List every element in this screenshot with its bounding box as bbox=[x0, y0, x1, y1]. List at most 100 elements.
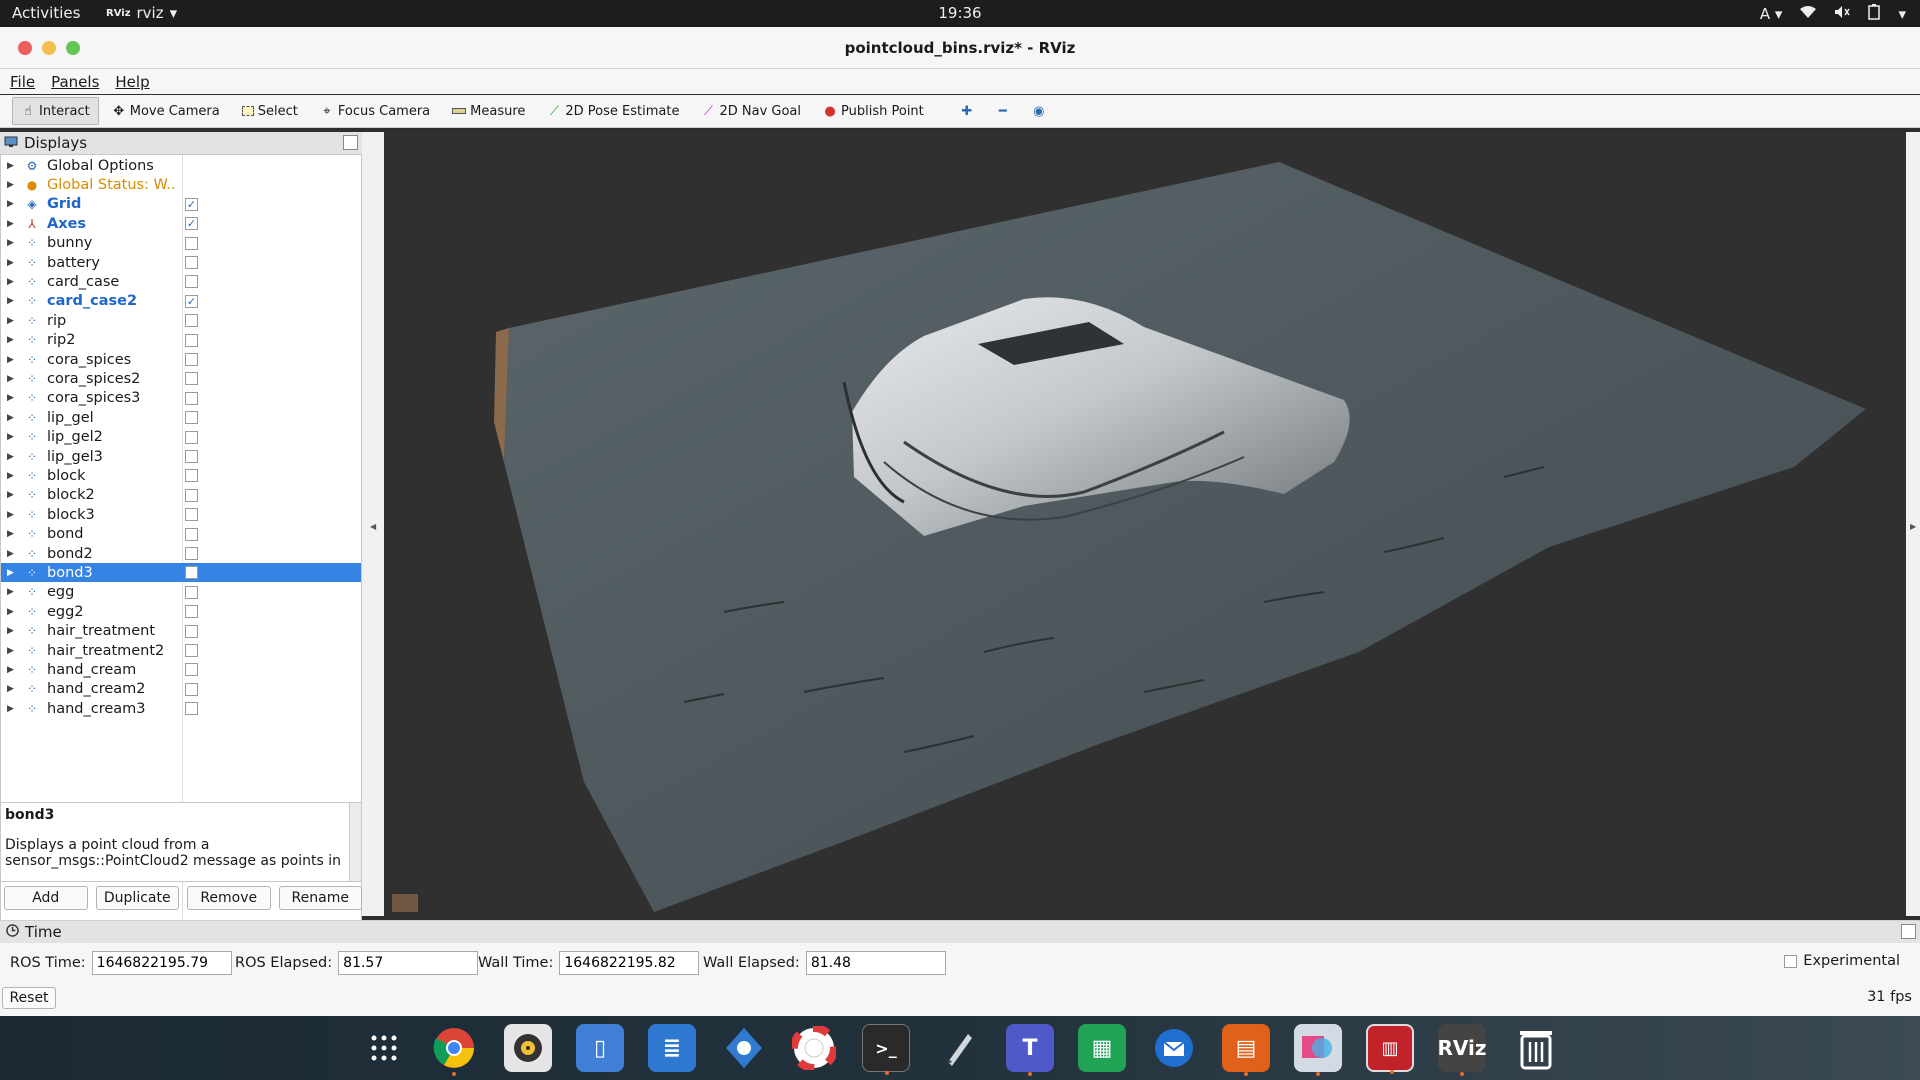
expand-arrow-icon[interactable]: ▶ bbox=[7, 646, 17, 656]
display-enabled-checkbox[interactable] bbox=[185, 644, 198, 657]
add-tool-button[interactable]: ✚ bbox=[951, 97, 983, 125]
display-item-global-status-w[interactable]: ▶ ● Global Status: W... bbox=[1, 175, 361, 194]
display-item-axes[interactable]: ▶ ⅄ Axes ✓ bbox=[1, 214, 361, 233]
rhythmbox-icon[interactable] bbox=[504, 1024, 552, 1072]
expand-arrow-icon[interactable]: ▶ bbox=[7, 684, 17, 694]
duplicate-display-button[interactable]: Duplicate bbox=[95, 886, 179, 910]
expand-arrow-icon[interactable]: ▶ bbox=[7, 335, 17, 345]
display-enabled-checkbox[interactable] bbox=[185, 314, 198, 328]
display-enabled-checkbox[interactable] bbox=[185, 411, 198, 425]
display-enabled-checkbox[interactable] bbox=[185, 682, 198, 696]
display-enabled-checkbox[interactable] bbox=[185, 527, 198, 541]
expand-arrow-icon[interactable]: ▶ bbox=[7, 549, 17, 559]
undock-panel-button[interactable] bbox=[343, 135, 358, 150]
display-item-hair-treatment[interactable]: ▶ ⁘ hair_treatment bbox=[1, 622, 361, 641]
expand-arrow-icon[interactable]: ▶ bbox=[7, 296, 17, 306]
display-item-hand-cream2[interactable]: ▶ ⁘ hand_cream2 bbox=[1, 680, 361, 699]
expand-arrow-icon[interactable]: ▶ bbox=[7, 180, 17, 190]
right-splitter[interactable]: ▶ bbox=[1906, 132, 1920, 916]
image-viewer-icon[interactable] bbox=[1294, 1024, 1342, 1076]
show-apps-icon[interactable] bbox=[360, 1024, 408, 1072]
display-enabled-checkbox[interactable] bbox=[185, 450, 198, 463]
display-item-block2[interactable]: ▶ ⁘ block2 bbox=[1, 486, 361, 505]
expand-arrow-icon[interactable]: ▶ bbox=[7, 626, 17, 636]
display-enabled-checkbox[interactable] bbox=[185, 624, 198, 638]
display-item-egg[interactable]: ▶ ⁘ egg bbox=[1, 583, 361, 602]
teams-icon[interactable]: T bbox=[1006, 1024, 1054, 1076]
expand-arrow-icon[interactable]: ▶ bbox=[7, 219, 17, 229]
display-item-lip-gel2[interactable]: ▶ ⁘ lip_gel2 bbox=[1, 428, 361, 447]
maximize-window-button[interactable] bbox=[66, 41, 80, 55]
display-enabled-checkbox[interactable] bbox=[185, 469, 198, 483]
expand-arrow-icon[interactable]: ▶ bbox=[7, 277, 17, 287]
description-scrollbar[interactable] bbox=[349, 803, 361, 881]
close-window-button[interactable] bbox=[18, 41, 32, 55]
system-tray[interactable]: A ▾ ▾ bbox=[1760, 4, 1906, 24]
expand-arrow-icon[interactable]: ▶ bbox=[7, 238, 17, 248]
expand-arrow-icon[interactable]: ▶ bbox=[7, 665, 17, 675]
help-icon[interactable] bbox=[790, 1024, 838, 1072]
ros-elapsed-input[interactable] bbox=[338, 951, 479, 975]
display-enabled-checkbox[interactable] bbox=[185, 256, 198, 269]
expand-arrow-icon[interactable]: ▶ bbox=[7, 432, 17, 442]
display-enabled-checkbox[interactable] bbox=[185, 566, 198, 580]
display-item-hand-cream3[interactable]: ▶ ⁘ hand_cream3 bbox=[1, 699, 361, 718]
undock-time-panel-button[interactable] bbox=[1901, 924, 1916, 939]
measure-tool-button[interactable]: Measure bbox=[443, 97, 534, 125]
display-enabled-checkbox[interactable]: ✓ bbox=[185, 197, 198, 211]
display-item-grid[interactable]: ▶ ◈ Grid ✓ bbox=[1, 195, 361, 214]
display-item-cora-spices2[interactable]: ▶ ⁘ cora_spices2 bbox=[1, 369, 361, 388]
tool-properties-button[interactable]: ◉ bbox=[1023, 97, 1055, 125]
display-item-lip-gel[interactable]: ▶ ⁘ lip_gel bbox=[1, 408, 361, 427]
chrome-icon[interactable] bbox=[430, 1024, 478, 1076]
display-item-egg2[interactable]: ▶ ⁘ egg2 bbox=[1, 602, 361, 621]
display-enabled-checkbox[interactable] bbox=[185, 585, 198, 599]
move-camera-tool-button[interactable]: ✥ Move Camera bbox=[103, 97, 229, 125]
expand-arrow-icon[interactable]: ▶ bbox=[7, 529, 17, 539]
add-display-button[interactable]: Add bbox=[4, 886, 88, 910]
publish-point-tool-button[interactable]: ● Publish Point bbox=[814, 97, 933, 125]
expand-arrow-icon[interactable]: ▶ bbox=[7, 355, 17, 365]
display-item-rip2[interactable]: ▶ ⁘ rip2 bbox=[1, 331, 361, 350]
display-enabled-checkbox[interactable]: ✓ bbox=[185, 217, 198, 231]
display-item-block[interactable]: ▶ ⁘ block bbox=[1, 466, 361, 485]
display-item-block3[interactable]: ▶ ⁘ block3 bbox=[1, 505, 361, 524]
expand-arrow-icon[interactable]: ▶ bbox=[7, 316, 17, 326]
expand-arrow-icon[interactable]: ▶ bbox=[7, 199, 17, 209]
files-icon[interactable]: ▯ bbox=[576, 1024, 624, 1072]
display-item-card-case[interactable]: ▶ ⁘ card_case bbox=[1, 272, 361, 291]
expand-arrow-icon[interactable]: ▶ bbox=[7, 490, 17, 500]
settings-icon[interactable] bbox=[720, 1024, 768, 1072]
expand-arrow-icon[interactable]: ▶ bbox=[7, 471, 17, 481]
expand-arrow-icon[interactable]: ▶ bbox=[7, 413, 17, 423]
display-item-bond2[interactable]: ▶ ⁘ bond2 bbox=[1, 544, 361, 563]
display-item-hair-treatment2[interactable]: ▶ ⁘ hair_treatment2 bbox=[1, 641, 361, 660]
display-enabled-checkbox[interactable] bbox=[185, 508, 198, 522]
display-enabled-checkbox[interactable] bbox=[185, 333, 198, 347]
thunderbird-icon[interactable] bbox=[1150, 1024, 1198, 1072]
focus-camera-tool-button[interactable]: ⌖ Focus Camera bbox=[311, 97, 439, 125]
expand-arrow-icon[interactable]: ▶ bbox=[7, 258, 17, 268]
activities-button[interactable]: Activities bbox=[12, 4, 80, 22]
expand-arrow-icon[interactable]: ▶ bbox=[7, 568, 17, 578]
rename-display-button[interactable]: Rename bbox=[278, 886, 362, 910]
display-item-hand-cream[interactable]: ▶ ⁘ hand_cream bbox=[1, 660, 361, 679]
expand-arrow-icon[interactable]: ▶ bbox=[7, 510, 17, 520]
impress-icon[interactable]: ▤ bbox=[1222, 1024, 1270, 1076]
display-item-lip-gel3[interactable]: ▶ ⁘ lip_gel3 bbox=[1, 447, 361, 466]
2d-nav-goal-tool-button[interactable]: ⟋ 2D Nav Goal bbox=[692, 97, 810, 125]
display-item-cora-spices3[interactable]: ▶ ⁘ cora_spices3 bbox=[1, 389, 361, 408]
display-item-bond3[interactable]: ▶ ⁘ bond3 bbox=[1, 563, 361, 583]
display-item-card-case2[interactable]: ▶ ⁘ card_case2 ✓ bbox=[1, 292, 361, 311]
display-item-cora-spices[interactable]: ▶ ⁘ cora_spices bbox=[1, 350, 361, 369]
system-monitor-icon[interactable]: ▥ bbox=[1366, 1024, 1414, 1074]
display-enabled-checkbox[interactable] bbox=[185, 275, 198, 289]
display-item-battery[interactable]: ▶ ⁘ battery bbox=[1, 253, 361, 272]
expand-arrow-icon[interactable]: ▶ bbox=[7, 704, 17, 714]
rviz-dock-icon[interactable]: RViz bbox=[1437, 1024, 1487, 1076]
experimental-checkbox[interactable]: Experimental bbox=[1784, 953, 1900, 969]
app-menu[interactable]: RViz rviz ▾ bbox=[106, 4, 177, 22]
display-enabled-checkbox[interactable] bbox=[185, 430, 198, 444]
display-item-rip[interactable]: ▶ ⁘ rip bbox=[1, 311, 361, 330]
remove-tool-button[interactable]: ━ bbox=[987, 97, 1019, 125]
